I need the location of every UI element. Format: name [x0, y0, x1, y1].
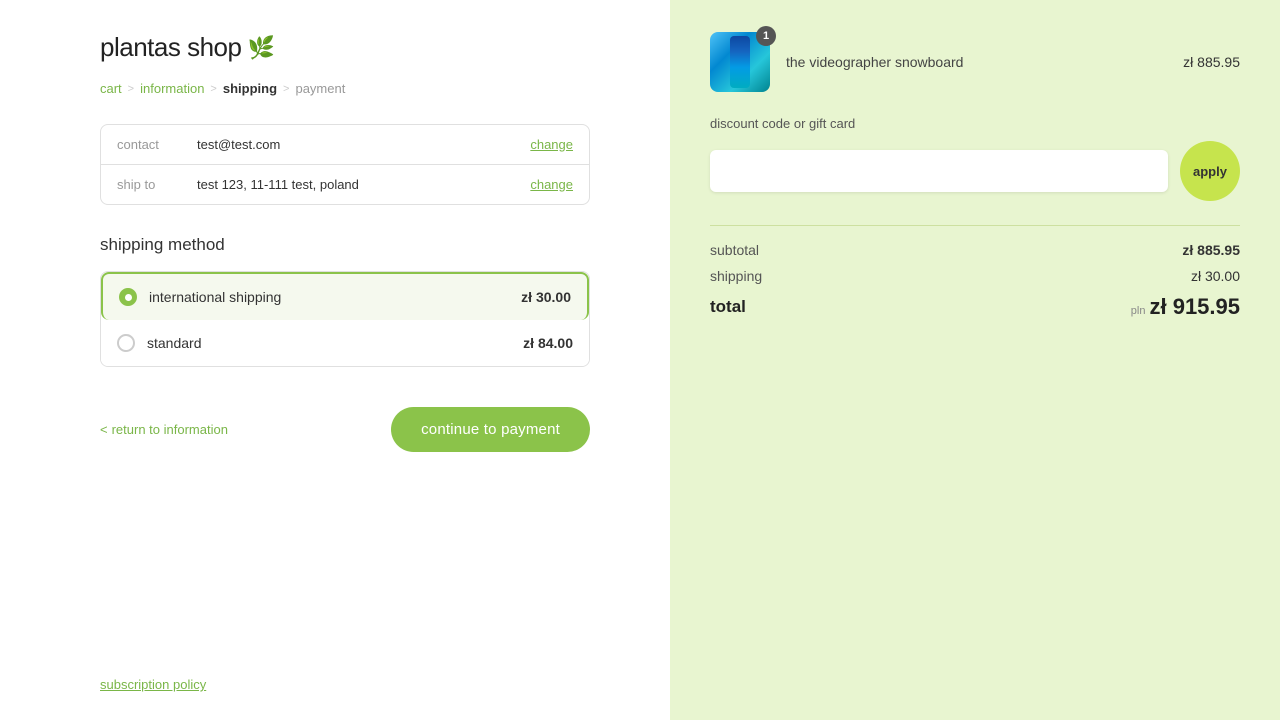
product-image-wrap: 1 [710, 32, 770, 92]
shipping-value: zł 30.00 [1191, 268, 1240, 284]
back-label: return to information [112, 422, 228, 437]
continue-button[interactable]: continue to payment [391, 407, 590, 452]
breadcrumb-sep-3: > [283, 83, 289, 95]
radio-outer-standard [117, 334, 135, 352]
discount-label: discount code or gift card [710, 116, 1240, 131]
shipping-name-standard: standard [147, 335, 523, 351]
grand-total-value: zł 915.95 [1149, 294, 1240, 320]
grand-currency-note: pln [1131, 305, 1146, 317]
contact-row: contact test@test.com change [101, 125, 589, 165]
subtotal-value: zł 885.95 [1182, 242, 1240, 258]
radio-inner-international [125, 294, 132, 301]
subscription-policy-link[interactable]: subscription policy [100, 677, 206, 692]
product-row: 1 the videographer snowboard zł 885.95 [710, 32, 1240, 92]
breadcrumb-sep-1: > [128, 83, 134, 95]
radio-standard [117, 334, 135, 352]
back-link[interactable]: < return to information [100, 422, 228, 437]
snowboard-graphic [730, 36, 750, 88]
leaf-icon: 🌿 [247, 35, 274, 61]
shipping-price-international: zł 30.00 [521, 289, 571, 305]
ship-change-link[interactable]: change [530, 177, 573, 192]
ship-value: test 123, 11-111 test, poland [197, 177, 530, 192]
breadcrumb: cart > information > shipping > payment [100, 81, 590, 96]
bottom-actions: < return to information continue to paym… [100, 407, 590, 452]
shipping-label: shipping [710, 268, 762, 284]
info-box: contact test@test.com change ship to tes… [100, 124, 590, 205]
breadcrumb-cart[interactable]: cart [100, 81, 122, 96]
grand-total-label: total [710, 297, 746, 317]
apply-button[interactable]: apply [1180, 141, 1240, 201]
shipping-price-standard: zł 84.00 [523, 335, 573, 351]
left-panel: plantas shop 🌿 cart > information > ship… [0, 0, 670, 720]
ship-row: ship to test 123, 11-111 test, poland ch… [101, 165, 589, 204]
brand-name: plantas shop [100, 32, 241, 63]
logo-area: plantas shop 🌿 [100, 32, 590, 63]
breadcrumb-shipping: shipping [223, 81, 277, 96]
shipping-name-international: international shipping [149, 289, 521, 305]
breadcrumb-sep-2: > [210, 83, 216, 95]
right-panel: 1 the videographer snowboard zł 885.95 d… [670, 0, 1280, 720]
subtotal-row: subtotal zł 885.95 [710, 242, 1240, 258]
shipping-option-standard[interactable]: standard zł 84.00 [101, 320, 589, 366]
grand-total-row: total pln zł 915.95 [710, 294, 1240, 320]
shipping-options: international shipping zł 30.00 standard… [100, 271, 590, 367]
shipping-option-international[interactable]: international shipping zł 30.00 [101, 272, 589, 320]
grand-value-wrap: pln zł 915.95 [1131, 294, 1240, 320]
radio-international [119, 288, 137, 306]
contact-value: test@test.com [197, 137, 530, 152]
product-price: zł 885.95 [1183, 54, 1240, 70]
breadcrumb-payment: payment [295, 81, 345, 96]
product-name: the videographer snowboard [786, 54, 1183, 70]
discount-row: apply [710, 141, 1240, 201]
discount-input[interactable] [710, 150, 1168, 192]
product-badge: 1 [756, 26, 776, 46]
subtotal-label: subtotal [710, 242, 759, 258]
ship-label: ship to [117, 177, 197, 192]
totals-section: subtotal zł 885.95 shipping zł 30.00 tot… [710, 225, 1240, 320]
contact-change-link[interactable]: change [530, 137, 573, 152]
contact-label: contact [117, 137, 197, 152]
radio-outer-international [119, 288, 137, 306]
shipping-row: shipping zł 30.00 [710, 268, 1240, 284]
shipping-method-title: shipping method [100, 235, 590, 255]
breadcrumb-information[interactable]: information [140, 81, 204, 96]
back-chevron-icon: < [100, 422, 108, 437]
